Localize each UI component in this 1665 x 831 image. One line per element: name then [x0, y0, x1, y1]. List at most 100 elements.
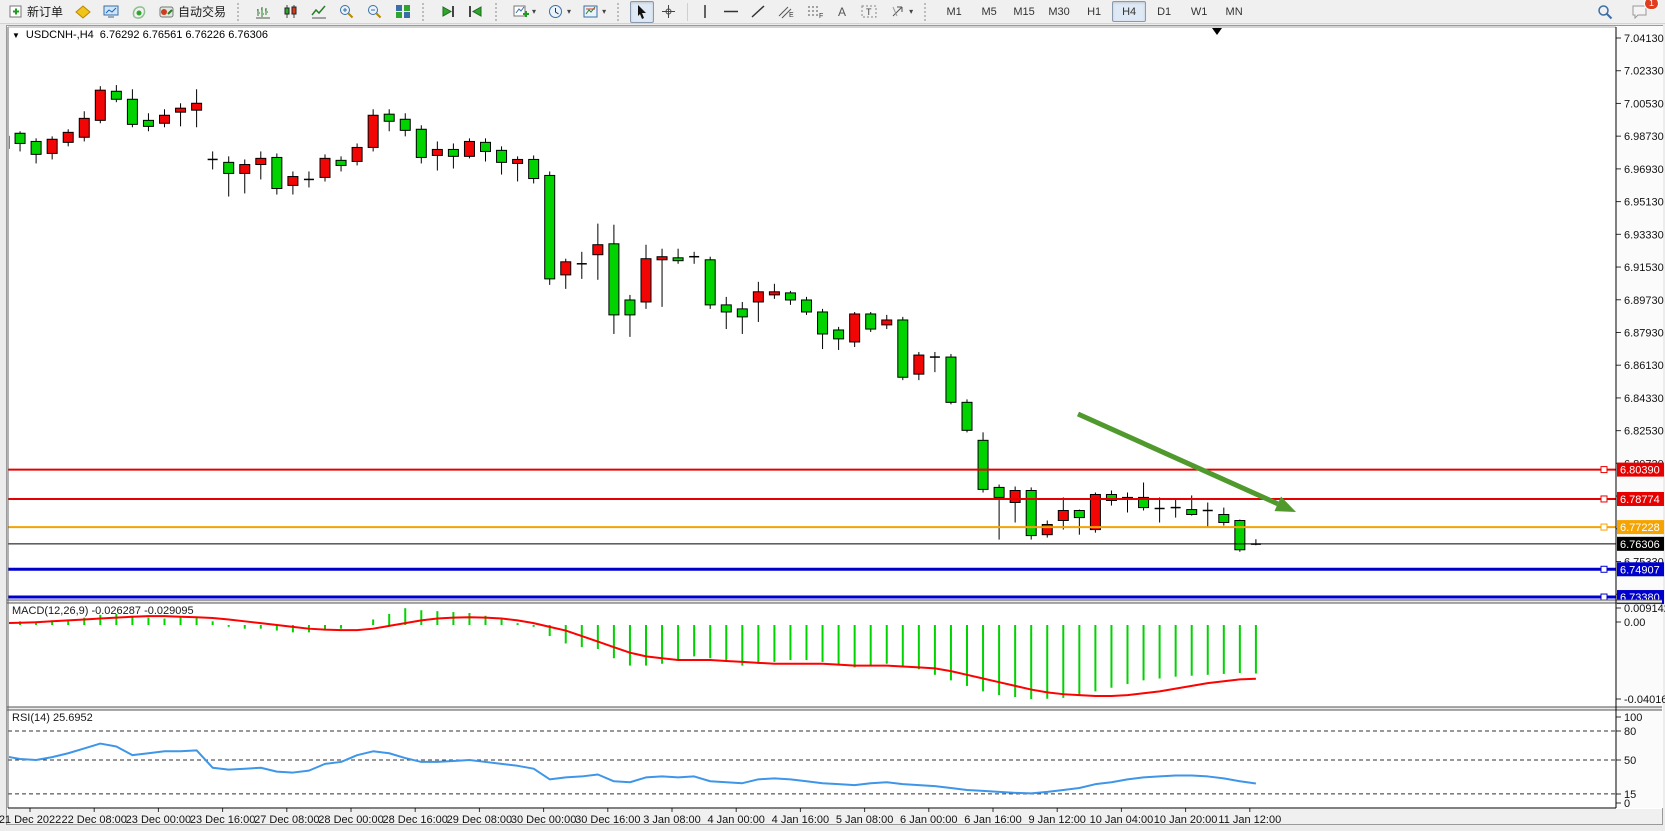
toolbar-grip — [617, 3, 624, 21]
time-tick-label: 6 Jan 00:00 — [900, 814, 958, 826]
candle-body — [834, 330, 844, 339]
hline-handle[interactable] — [1601, 566, 1607, 572]
auto-trading-button[interactable]: 自动交易 — [154, 1, 231, 23]
candle-body — [1074, 510, 1084, 517]
candle-body — [400, 119, 410, 130]
timeframe-m1[interactable]: M1 — [937, 1, 971, 22]
candle-body — [127, 99, 137, 124]
candle-body — [802, 300, 812, 312]
hline-handle[interactable] — [1601, 467, 1607, 473]
trendline-icon — [751, 4, 766, 19]
fibonacci-tool-button[interactable]: F — [802, 1, 829, 23]
rsi-axis-label: 80 — [1624, 726, 1636, 738]
candle-body — [320, 158, 330, 177]
time-tick-label: 28 Dec 16:00 — [382, 814, 447, 826]
chart-ohlc-values: 6.76292 6.76561 6.76226 6.76306 — [100, 29, 268, 41]
vertical-line-icon — [699, 4, 711, 19]
time-tick-label: 28 Dec 00:00 — [318, 814, 383, 826]
price-tag-label: 6.76306 — [1620, 539, 1660, 551]
signal-icon — [131, 5, 147, 19]
hline-handle[interactable] — [1601, 496, 1607, 502]
template-icon — [583, 4, 599, 19]
text-tool-button[interactable]: A — [831, 1, 854, 23]
hline-handle[interactable] — [1601, 594, 1607, 600]
hline-handle[interactable] — [1601, 524, 1607, 530]
price-tick-label: 6.82530 — [1624, 426, 1664, 438]
candle-body — [192, 103, 202, 110]
candle-body — [481, 142, 491, 151]
charts-profile-button[interactable] — [98, 1, 124, 23]
candle-body — [882, 320, 892, 325]
market-depth-button[interactable] — [70, 1, 96, 23]
text-label-tool-button[interactable]: T — [856, 1, 883, 23]
zoom-out-icon — [367, 4, 383, 19]
toolbar-grip — [237, 3, 244, 21]
toolbar-grip — [422, 3, 429, 21]
candle-body — [529, 159, 539, 178]
timeframe-bar: M1M5M15M30H1H4D1W1MN — [937, 1, 1251, 22]
candle-body — [288, 177, 298, 186]
time-tick-label: 22 Dec 08:00 — [61, 814, 126, 826]
candle-body — [352, 147, 362, 161]
templates-button[interactable]: ▾ — [578, 1, 611, 23]
time-tick-label: 21 Dec 2022 — [0, 814, 61, 826]
time-tick-label: 5 Jan 08:00 — [836, 814, 894, 826]
cursor-tool-button[interactable] — [630, 1, 654, 23]
time-tick-label: 29 Dec 08:00 — [447, 814, 512, 826]
new-order-icon — [9, 4, 24, 19]
arrows-tool-button[interactable]: ▾ — [885, 1, 918, 23]
candle-body — [721, 305, 731, 312]
chart-symbol-period: USDCNH-,H4 — [26, 29, 94, 41]
timeframe-m5[interactable]: M5 — [972, 1, 1006, 22]
dropdown-caret: ▾ — [567, 7, 571, 16]
candle-body — [47, 139, 57, 153]
timeframe-h4[interactable]: H4 — [1112, 1, 1146, 22]
vline-tool-button[interactable] — [694, 1, 716, 23]
tile-windows-button[interactable] — [390, 1, 416, 23]
candle-body — [978, 440, 988, 489]
zoom-in-button[interactable] — [334, 1, 360, 23]
candle-body — [256, 158, 266, 164]
chart-title: ▼ USDCNH-,H4 6.76292 6.76561 6.76226 6.7… — [12, 29, 268, 41]
hline-tool-button[interactable] — [718, 1, 744, 23]
channel-tool-button[interactable]: E — [773, 1, 800, 23]
candle-body — [15, 133, 25, 143]
timeframe-d1[interactable]: D1 — [1147, 1, 1181, 22]
price-tick-label: 7.00530 — [1624, 98, 1664, 110]
svg-text:T: T — [866, 7, 872, 17]
svg-text:E: E — [789, 12, 794, 19]
candlestick-icon — [283, 4, 299, 19]
indicators-button[interactable]: ▾ — [508, 1, 541, 23]
candle-body — [1010, 491, 1020, 503]
zoom-out-button[interactable] — [362, 1, 388, 23]
trendline-tool-button[interactable] — [746, 1, 771, 23]
timeframe-m15[interactable]: M15 — [1007, 1, 1041, 22]
candle-body — [850, 314, 860, 342]
time-tick-label: 11 Jan 12:00 — [1218, 814, 1281, 826]
bar-chart-mode-button[interactable] — [250, 1, 276, 23]
periods-button[interactable]: ▾ — [543, 1, 576, 23]
candle-body — [497, 150, 507, 162]
arrows-icon — [890, 4, 906, 19]
new-order-button[interactable]: 新订单 — [4, 1, 68, 23]
candle-body — [673, 258, 683, 261]
line-chart-mode-button[interactable] — [306, 1, 332, 23]
timeframe-m30[interactable]: M30 — [1042, 1, 1076, 22]
chart-shift-button[interactable] — [463, 1, 489, 23]
timeframe-mn[interactable]: MN — [1217, 1, 1251, 22]
chart-canvas[interactable]: 7.041307.023307.005306.987306.969306.951… — [0, 0, 1665, 831]
candle-body — [224, 162, 234, 173]
candle-body — [95, 90, 105, 120]
candle-body — [994, 487, 1004, 497]
timeframe-w1[interactable]: W1 — [1182, 1, 1216, 22]
crosshair-tool-button[interactable] — [656, 1, 681, 23]
search-button[interactable] — [1592, 1, 1618, 23]
auto-scroll-button[interactable] — [435, 1, 461, 23]
signals-button[interactable] — [126, 1, 152, 23]
chart-collapse-icon[interactable]: ▼ — [12, 31, 20, 40]
candlestick-mode-button[interactable] — [278, 1, 304, 23]
notifications-button[interactable]: 1 — [1626, 1, 1653, 23]
timeframe-h1[interactable]: H1 — [1077, 1, 1111, 22]
time-tick-label: 27 Dec 08:00 — [254, 814, 319, 826]
rsi-axis-label: 100 — [1624, 712, 1642, 724]
